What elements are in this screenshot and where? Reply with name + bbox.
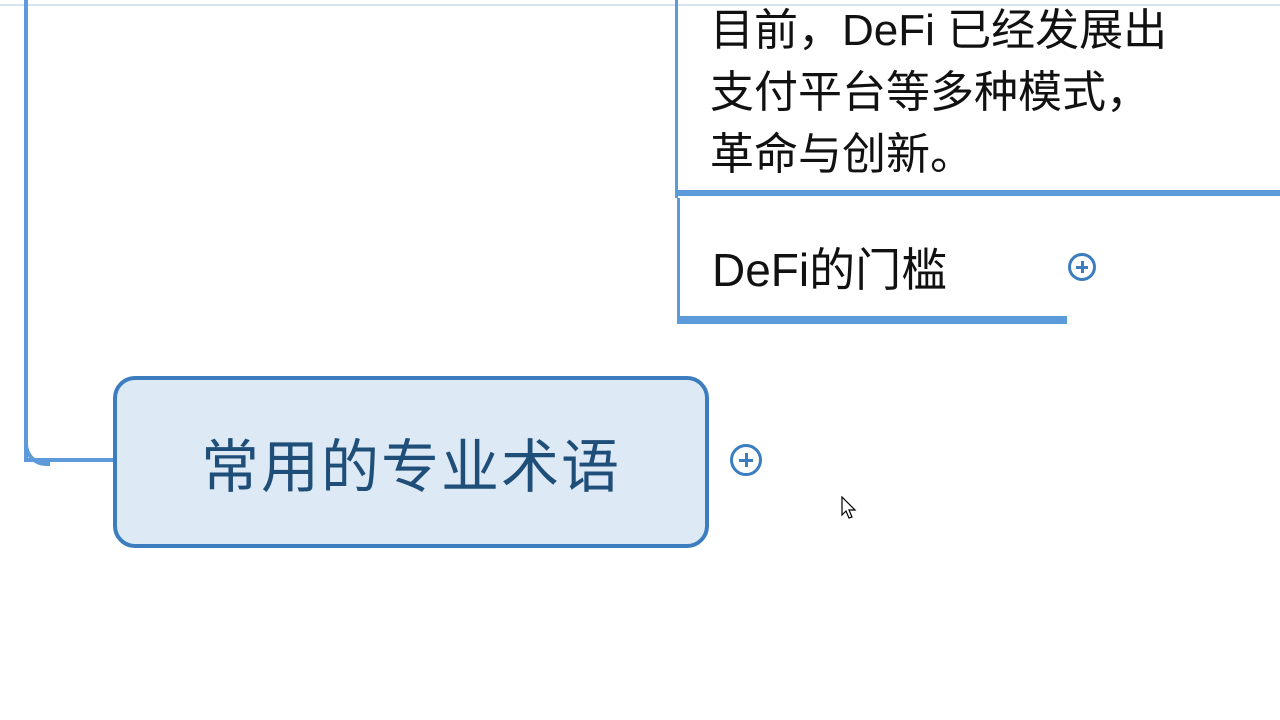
- child-node-label: DeFi的门槛: [712, 244, 947, 296]
- detail-line: 目前，DeFi 已经发展出: [710, 0, 1280, 62]
- child-underline: [677, 316, 1067, 324]
- detail-text: 目前，DeFi 已经发展出 支付平台等多种模式， 革命与创新。: [678, 0, 1280, 198]
- detail-node[interactable]: 目前，DeFi 已经发展出 支付平台等多种模式， 革命与创新。: [675, 0, 1280, 198]
- expand-icon[interactable]: [730, 444, 762, 476]
- child-node-defi-threshold[interactable]: DeFi的门槛: [677, 198, 1077, 316]
- selected-node-label: 常用的专业术语: [201, 420, 621, 504]
- tree-connector-horizontal: [24, 458, 116, 462]
- detail-underline: [675, 190, 1280, 196]
- cursor-icon: [839, 496, 859, 522]
- tree-connector-corner: [24, 440, 50, 466]
- tree-connector-vertical: [24, 0, 28, 462]
- detail-line: 支付平台等多种模式，: [710, 62, 1280, 124]
- selected-node-terms[interactable]: 常用的专业术语: [113, 376, 709, 548]
- expand-icon[interactable]: [1068, 253, 1096, 281]
- detail-line: 革命与创新。: [710, 124, 1280, 186]
